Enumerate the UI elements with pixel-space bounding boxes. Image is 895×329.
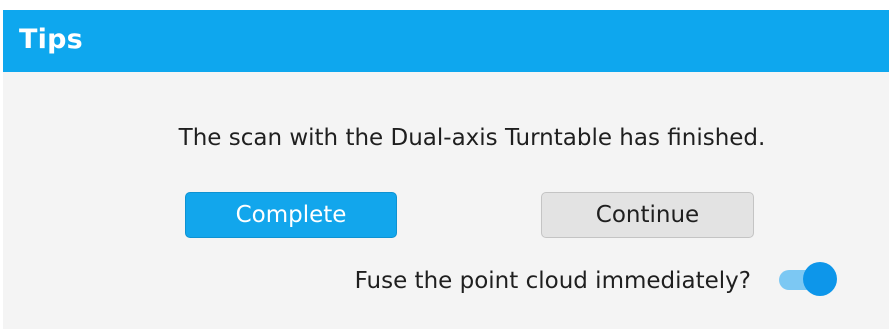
toggle-knob bbox=[803, 262, 837, 296]
tips-dialog: Tips The scan with the Dual-axis Turntab… bbox=[3, 10, 889, 329]
continue-button[interactable]: Continue bbox=[541, 192, 754, 238]
complete-button-label: Complete bbox=[235, 202, 347, 228]
dialog-message: The scan with the Dual-axis Turntable ha… bbox=[178, 125, 766, 151]
fuse-point-cloud-toggle[interactable] bbox=[779, 262, 837, 298]
continue-button-label: Continue bbox=[595, 202, 700, 228]
fuse-point-cloud-label: Fuse the point cloud immediately? bbox=[354, 268, 751, 294]
dialog-title-bar: Tips bbox=[3, 10, 889, 72]
dialog-title: Tips bbox=[19, 24, 83, 55]
complete-button[interactable]: Complete bbox=[185, 192, 397, 238]
